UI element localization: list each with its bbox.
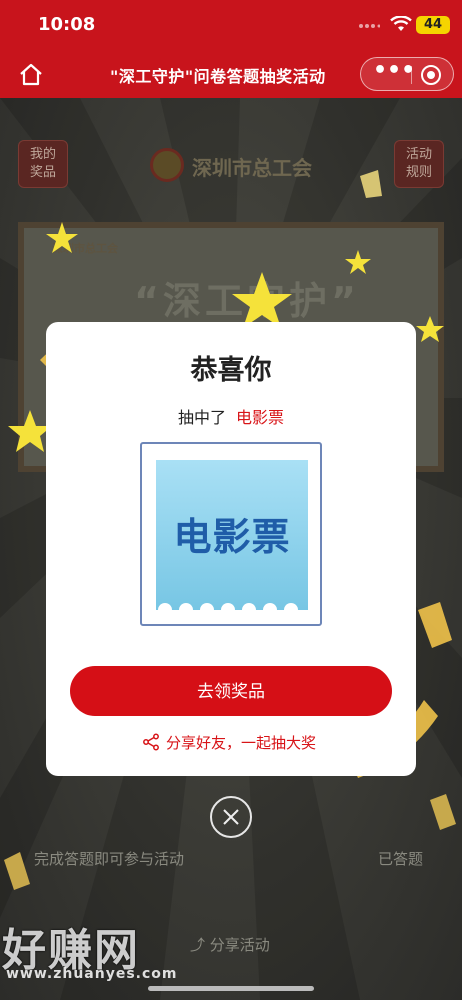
star-icon bbox=[232, 272, 292, 328]
movie-ticket-image: 电影票 bbox=[156, 460, 308, 610]
share-friends-text: 分享好友，一起抽大奖 bbox=[166, 734, 317, 752]
modal-title: 恭喜你 bbox=[190, 355, 272, 386]
won-line: 抽中了 电影票 bbox=[46, 404, 416, 428]
prize-image-frame: 电影票 bbox=[140, 442, 322, 626]
watermark-url: www.zhuanyes.com bbox=[6, 966, 178, 982]
close-icon bbox=[223, 809, 239, 825]
home-indicator bbox=[148, 986, 314, 991]
won-prefix: 抽中了 bbox=[177, 408, 226, 427]
ticket-label: 电影票 bbox=[173, 515, 291, 559]
star-icon bbox=[416, 316, 444, 342]
claim-prize-button[interactable]: 去领奖品 bbox=[70, 666, 392, 716]
star-icon bbox=[46, 222, 78, 253]
prize-name: 电影票 bbox=[236, 408, 285, 427]
close-modal-button[interactable] bbox=[210, 796, 252, 838]
share-icon bbox=[143, 733, 159, 751]
star-icon bbox=[345, 250, 371, 274]
prize-modal: 恭喜你 抽中了 电影票 电影票 去领奖品 分享好友，一起抽大奖 bbox=[46, 322, 416, 776]
watermark: 好赚网 www.zhuanyes.com bbox=[0, 914, 200, 986]
